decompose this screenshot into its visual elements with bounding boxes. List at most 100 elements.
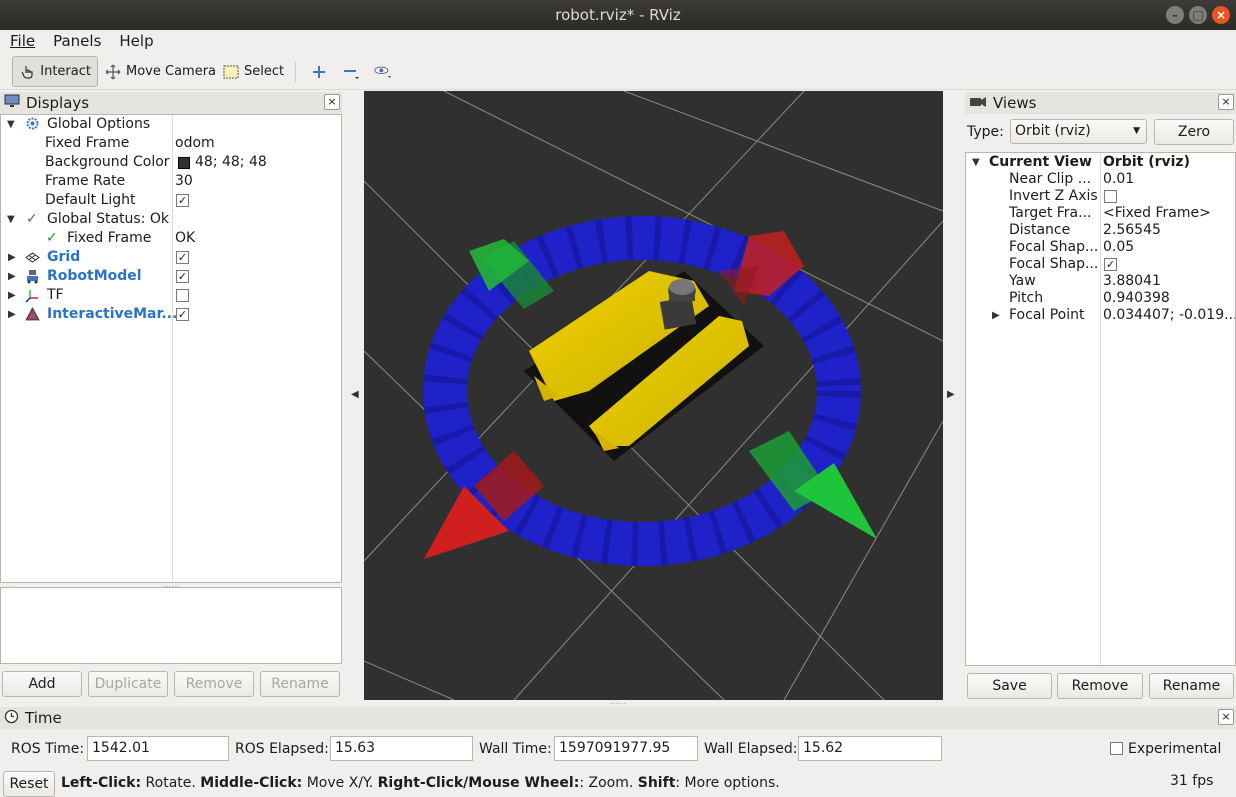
status-hint: Left-Click: Rotate. Middle-Click: Move X… bbox=[61, 773, 780, 793]
check-icon: ✓ bbox=[46, 230, 58, 246]
panel-visibility-button[interactable] bbox=[368, 56, 398, 87]
grid-checkbox[interactable]: ✓ bbox=[176, 251, 189, 264]
toolbar: Interact Move Camera Select bbox=[0, 54, 1236, 90]
displays-close-icon[interactable]: × bbox=[324, 94, 340, 110]
move-camera-label: Move Camera bbox=[126, 64, 217, 79]
splitter-handle[interactable]: ⋯⋯ bbox=[163, 582, 179, 591]
window-titlebar: robot.rviz* - RViz – □ × bbox=[0, 0, 1236, 30]
menu-file[interactable]: File bbox=[0, 30, 43, 52]
wall-elapsed-field[interactable]: 15.62 bbox=[798, 736, 942, 761]
ros-elapsed-label: ROS Elapsed: bbox=[235, 741, 329, 757]
fixed-frame-label: Fixed Frame bbox=[45, 135, 130, 151]
views-close-icon[interactable]: × bbox=[1218, 94, 1234, 110]
displays-panel-header: Displays × bbox=[0, 92, 342, 114]
views-title: Views bbox=[993, 94, 1037, 112]
select-button[interactable]: Select bbox=[216, 56, 290, 87]
background-color-label: Background Color bbox=[45, 154, 170, 170]
focal-point-label: Focal Point bbox=[1009, 307, 1085, 323]
zero-button[interactable]: Zero bbox=[1154, 119, 1234, 145]
minimize-icon[interactable]: – bbox=[1166, 6, 1184, 24]
expand-down-icon[interactable]: ▼ bbox=[972, 153, 980, 172]
global-options-label: Global Options bbox=[47, 116, 151, 132]
interactive-markers-checkbox[interactable]: ✓ bbox=[176, 308, 189, 321]
expand-right-icon[interactable]: ▶ bbox=[8, 286, 16, 305]
view-type-select[interactable]: Orbit (rviz) ▼ bbox=[1010, 119, 1147, 144]
expand-right-icon[interactable]: ▶ bbox=[8, 305, 16, 324]
3d-render-view[interactable] bbox=[364, 91, 943, 700]
monitor-icon bbox=[4, 94, 20, 112]
remove-display-button[interactable]: Remove bbox=[174, 671, 254, 697]
interactive-markers-label: InteractiveMar... bbox=[47, 306, 178, 322]
maximize-icon[interactable]: □ bbox=[1189, 6, 1207, 24]
move-arrows-icon bbox=[104, 63, 122, 81]
invert-z-checkbox[interactable] bbox=[1104, 190, 1117, 203]
interact-button[interactable]: Interact bbox=[12, 56, 98, 87]
fixed-frame-value[interactable]: odom bbox=[175, 134, 215, 153]
fps-counter: 31 fps bbox=[1170, 773, 1214, 789]
middle-click-desc: Move X/Y. bbox=[302, 775, 378, 791]
select-label: Select bbox=[244, 64, 285, 79]
right-click-desc: : Zoom. bbox=[579, 775, 638, 791]
global-status-label: Global Status: Ok bbox=[47, 211, 170, 227]
remove-view-button[interactable]: Remove bbox=[1057, 673, 1143, 699]
tf-checkbox[interactable] bbox=[176, 289, 189, 302]
collapse-left-icon[interactable]: ◀ bbox=[351, 389, 359, 400]
duplicate-button[interactable]: Duplicate bbox=[88, 671, 168, 697]
frame-rate-value[interactable]: 30 bbox=[175, 172, 193, 191]
axes-icon bbox=[25, 288, 40, 309]
collapse-right-icon[interactable]: ▶ bbox=[947, 389, 955, 400]
grid-icon bbox=[25, 250, 40, 271]
move-camera-button[interactable]: Move Camera bbox=[98, 56, 222, 87]
robotmodel-checkbox[interactable]: ✓ bbox=[176, 270, 189, 283]
experimental-checkbox[interactable] bbox=[1110, 742, 1123, 755]
left-click-key: Left-Click: bbox=[61, 775, 142, 791]
wall-elapsed-label: Wall Elapsed: bbox=[704, 741, 798, 757]
robot-icon bbox=[25, 269, 40, 290]
toolbar-divider bbox=[295, 62, 296, 82]
color-swatch[interactable] bbox=[178, 157, 190, 169]
focal-point-value[interactable]: 0.034407; -0.019... bbox=[1103, 306, 1235, 325]
focal-shape-fixed-checkbox[interactable]: ✓ bbox=[1104, 258, 1117, 271]
reset-button[interactable]: Reset bbox=[3, 771, 55, 797]
background-color-value[interactable]: 48; 48; 48 bbox=[195, 153, 267, 172]
ros-time-field[interactable]: 1542.01 bbox=[87, 736, 229, 761]
ros-elapsed-field[interactable]: 15.63 bbox=[330, 736, 473, 761]
dropdown-arrow-icon: ▼ bbox=[1133, 126, 1140, 136]
add-button[interactable]: Add bbox=[2, 671, 82, 697]
remove-tool-button[interactable] bbox=[336, 56, 366, 87]
rename-view-button[interactable]: Rename bbox=[1149, 673, 1234, 699]
shift-desc: : More options. bbox=[675, 775, 780, 791]
expand-down-icon[interactable]: ▼ bbox=[7, 115, 15, 134]
expand-right-icon[interactable]: ▶ bbox=[992, 306, 1000, 325]
expand-down-icon[interactable]: ▼ bbox=[7, 210, 15, 229]
ros-time-label: ROS Time: bbox=[11, 741, 85, 757]
menu-panels[interactable]: Panels bbox=[43, 30, 109, 52]
plus-icon bbox=[310, 63, 328, 81]
near-clip-value[interactable]: 0.01 bbox=[1103, 170, 1134, 189]
hand-pointer-icon bbox=[19, 63, 36, 81]
camera-icon bbox=[969, 94, 987, 112]
minus-icon bbox=[342, 63, 360, 81]
expand-right-icon[interactable]: ▶ bbox=[8, 267, 16, 286]
expand-right-icon[interactable]: ▶ bbox=[8, 248, 16, 267]
menu-help[interactable]: Help bbox=[109, 30, 161, 52]
focal-shape-size-value[interactable]: 0.05 bbox=[1103, 238, 1134, 257]
select-rect-icon bbox=[222, 63, 240, 81]
window-title: robot.rviz* - RViz bbox=[555, 6, 681, 24]
eye-icon bbox=[374, 63, 392, 81]
add-tool-button[interactable] bbox=[304, 56, 334, 87]
experimental-label: Experimental bbox=[1128, 741, 1222, 757]
wall-time-field[interactable]: 1597091977.95 bbox=[554, 736, 698, 761]
default-light-checkbox[interactable]: ✓ bbox=[176, 194, 189, 207]
grid-label: Grid bbox=[47, 249, 81, 265]
frame-rate-label: Frame Rate bbox=[45, 173, 126, 189]
view-type-label: Type: bbox=[967, 124, 1004, 140]
save-view-button[interactable]: Save bbox=[967, 673, 1052, 699]
shift-key: Shift bbox=[637, 775, 676, 791]
robot-model[interactable] bbox=[524, 271, 764, 461]
displays-title: Displays bbox=[26, 94, 90, 112]
interact-label: Interact bbox=[40, 64, 91, 79]
close-icon[interactable]: × bbox=[1212, 6, 1230, 24]
rename-display-button[interactable]: Rename bbox=[260, 671, 340, 697]
time-close-icon[interactable]: × bbox=[1218, 709, 1234, 725]
